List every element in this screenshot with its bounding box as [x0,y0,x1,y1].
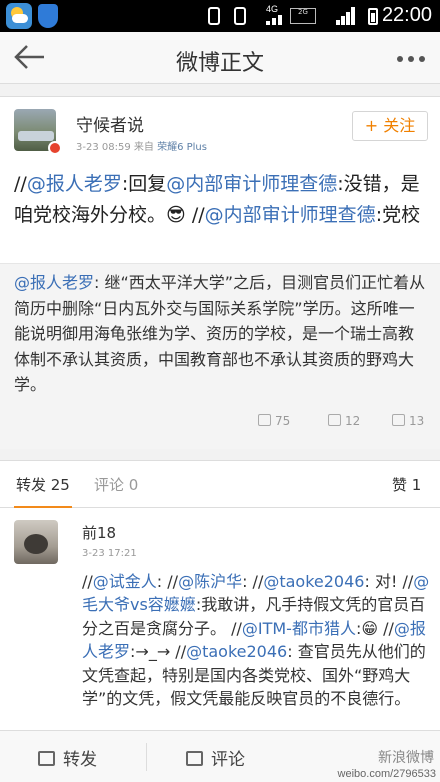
signal-strength-icon [336,7,356,25]
mention-link[interactable]: @taoke2046 [263,572,364,591]
more-dots-icon[interactable] [396,46,426,66]
phone-icon [208,7,220,25]
text-segment: :→_→ // [130,642,187,662]
verified-badge-icon [48,141,62,155]
follow-button[interactable]: + 关注 [352,111,428,141]
original-post[interactable]: @报人老罗: 继“西太平洋大学”之后，目测官员们正忙着从简历中删除“日内瓦外交与… [0,263,440,449]
signal-icon [264,7,284,25]
repost-icon [38,751,55,766]
comment-icon [328,414,341,426]
weibo-post: 守候者说 3-23 08:59 来自 荣耀6 Plus + 关注 //@报人老罗… [0,96,440,449]
list-item[interactable]: 前18 3-23 17:21 //@试金人: //@陈沪华: //@taoke2… [0,508,440,730]
text-segment: : 对! // [364,572,414,591]
mention-link[interactable]: @内部审计师理查德 [166,173,337,195]
text-segment: // [185,204,205,226]
mention-link[interactable]: @报人老罗 [27,173,122,195]
dual-sim-icon: 2G [290,8,316,24]
security-app-icon [38,4,58,28]
source-prefix: 来自 [133,142,154,153]
post-username[interactable]: 守候者说 [76,111,144,136]
avatar[interactable] [14,520,58,564]
clock: 22:00 [381,4,432,26]
post-source[interactable]: 荣耀6 Plus [157,142,207,153]
comment-icon [186,751,203,766]
text-segment: // [82,572,93,591]
text-segment: :党校 [375,204,421,226]
thumbs-up-icon [392,414,405,426]
mention-link[interactable]: @陈沪华 [178,572,242,591]
post-text: //@报人老罗:回复@内部审计师理查德:没错，是咱党校海外分校。😎 //@内部审… [14,169,426,231]
text-segment: : // [156,572,179,591]
mention-link[interactable]: @试金人 [93,572,157,591]
post-meta: 3-23 08:59 来自 荣耀6 Plus [76,138,207,153]
text-segment: // [14,173,27,195]
repost-icon [258,414,271,426]
bottom-action-bar: 转发 评论 新浪微博 weibo.com/2796533 [0,730,440,782]
notification-icon [234,7,246,25]
original-post-text: @报人老罗: 继“西太平洋大学”之后，目测官员们正忙着从简历中删除“日内瓦外交与… [14,270,428,398]
tab-likes[interactable]: 赞 1 [392,474,421,495]
repost-username[interactable]: 前18 [82,522,116,543]
text-segment: 😎 [166,204,186,226]
mention-link[interactable]: @报人老罗 [14,273,94,292]
battery-icon [368,8,378,25]
divider [146,743,147,771]
detail-tabs: 转发 25 评论 0 赞 1 [0,460,440,509]
repost-time: 3-23 17:21 [82,548,137,559]
nav-bar: 微博正文 [0,32,440,84]
page-title: 微博正文 [175,51,264,76]
weather-app-icon [6,3,32,29]
tab-comments[interactable]: 评论 0 [94,474,138,495]
tab-reposts[interactable]: 转发 25 [16,474,70,495]
comment-button[interactable]: 评论 [186,745,245,770]
repost-count[interactable]: 75 [258,414,290,428]
repost-button[interactable]: 转发 [38,745,97,770]
watermark-logo: 新浪微博 [378,750,434,766]
mention-link[interactable]: @ITM-都市猎人 [242,619,356,638]
text-segment: : // [242,572,264,591]
like-count[interactable]: 13 [392,414,424,428]
comment-count[interactable]: 12 [328,414,360,428]
original-post-stats: 75 12 13 [0,410,440,436]
text-segment: :回复 [121,173,167,195]
mention-link[interactable]: @taoke2046 [186,642,287,661]
watermark: weibo.com/2796533 [337,768,436,780]
status-bar: 4G 2G 22:00 [0,0,440,32]
repost-text: //@试金人: //@陈沪华: //@taoke2046: 对! //@毛大爷v… [82,570,432,710]
post-time: 3-23 08:59 [76,142,131,153]
mention-link[interactable]: @内部审计师理查德 [205,204,376,226]
text-segment: :😁 // [355,618,394,638]
